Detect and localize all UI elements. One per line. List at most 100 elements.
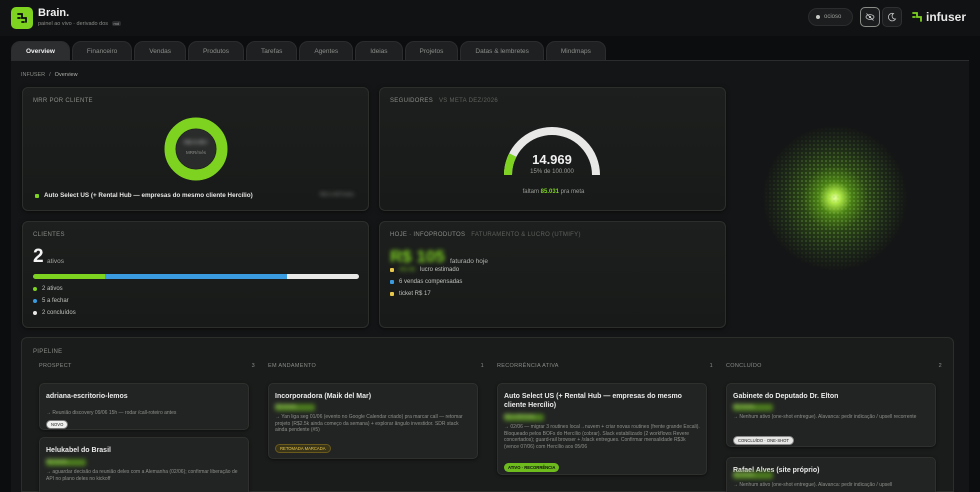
deal-status-badge: CONCLUÍDO · ONE-SHOT bbox=[733, 436, 794, 445]
mrr-center-label: MRR/mês bbox=[186, 150, 206, 155]
app-title: Brain. bbox=[38, 7, 70, 19]
deal-status-badge: ATIVO · RECORRÊNCIA bbox=[504, 463, 560, 472]
clients-legend-label: 5 a fechar bbox=[42, 298, 69, 304]
deal-note: → Yan liga seg 01/06 (evento no Google C… bbox=[275, 414, 463, 433]
eye-off-icon bbox=[865, 13, 875, 21]
remaining-suffix: pra meta bbox=[560, 189, 585, 195]
column-header: CONCLUÍDO 2 bbox=[726, 363, 942, 369]
clients-legend-item: 2 concluídos bbox=[33, 310, 76, 316]
today-item: 6 vendas compensadas bbox=[390, 279, 462, 285]
deal-value: R$ 0/mês bbox=[733, 472, 773, 479]
deal-title: adriana-escritorio-lemos bbox=[46, 393, 128, 400]
tab-mindmaps[interactable]: Mindmaps bbox=[545, 41, 606, 60]
today-subtitle: FATURAMENTO & LUCRO (UTMIFY) bbox=[471, 232, 581, 238]
mrr-center-value: R$ 4.497 bbox=[183, 140, 209, 146]
top-bar: Brain. painel ao vivo · derivado dos md … bbox=[0, 0, 980, 36]
mrr-card: MRR POR CLIENTE R$ 4.497 MRR/mês Auto Se… bbox=[22, 87, 369, 211]
remaining-prefix: faltam bbox=[522, 189, 539, 195]
status-indicator[interactable]: ocioso bbox=[808, 8, 853, 26]
column-count: 1 bbox=[709, 363, 713, 369]
breadcrumb-current: Overview bbox=[54, 72, 78, 78]
deal-title: Helukabel do Brasil bbox=[46, 447, 111, 454]
followers-progress-label: 15% de 100.000 bbox=[530, 169, 574, 175]
column-count: 2 bbox=[938, 363, 942, 369]
tab-projetos[interactable]: Projetos bbox=[404, 41, 459, 60]
tab-vendas[interactable]: Vendas bbox=[134, 41, 186, 60]
clients-legend-item: 5 a fechar bbox=[33, 298, 69, 304]
tab-overview[interactable]: Overview bbox=[11, 41, 70, 60]
deal-title: Gabinete do Deputado Dr. Elton bbox=[733, 393, 839, 400]
deal-card[interactable]: adriana-escritorio-lemos → Reunião discov… bbox=[39, 383, 249, 430]
pipeline-column-conclu-do: CONCLUÍDO 2 Gabinete do Deputado Dr. Elton… bbox=[726, 363, 942, 492]
tab-produtos[interactable]: Produtos bbox=[187, 41, 244, 60]
deal-note: → aguardar decisão da reunião deles com … bbox=[46, 469, 238, 482]
column-name: RECORRÊNCIA ATIVA bbox=[497, 363, 559, 369]
legend-dot-icon bbox=[33, 287, 37, 291]
mrr-donut bbox=[164, 117, 228, 181]
app-subtitle-text: painel ao vivo · derivado dos bbox=[38, 21, 109, 27]
deal-note: → Reunião discovery 09/06 15h — rodar /c… bbox=[46, 410, 177, 416]
today-title: HOJE · INFOPRODUTOS FATURAMENTO & LUCRO … bbox=[390, 232, 581, 238]
tab-agentes[interactable]: Agentes bbox=[299, 41, 354, 60]
deal-title: Incorporadora (Maik del Mar) bbox=[275, 393, 372, 400]
status-dot-icon bbox=[816, 15, 820, 19]
legend-swatch bbox=[35, 193, 39, 198]
mrr-title: MRR POR CLIENTE bbox=[33, 98, 93, 104]
clients-title: CLIENTES bbox=[33, 232, 65, 238]
tab-financeiro[interactable]: Financeiro bbox=[71, 41, 133, 60]
brand: infuser bbox=[911, 10, 966, 24]
today-item-swatch bbox=[390, 280, 394, 284]
today-item: R$ 48 lucro estimado bbox=[390, 267, 459, 273]
deal-value: R$ 0/mês bbox=[275, 404, 315, 411]
tab-tarefas[interactable]: Tarefas bbox=[246, 41, 298, 60]
deal-card[interactable]: Rafael Alves (site próprio) R$ 0/mês → Nen… bbox=[726, 457, 936, 492]
tab-ideias[interactable]: Ideias bbox=[355, 41, 403, 60]
clients-count: 2 bbox=[33, 246, 44, 267]
today-item: ticket R$ 17 bbox=[390, 291, 431, 297]
clients-bar-segment-0 bbox=[33, 274, 106, 279]
status-label: ocioso bbox=[824, 14, 842, 20]
mrr-legend-item: Auto Select US (+ Rental Hub — empresas … bbox=[35, 192, 253, 199]
today-big-value: R$ 105 bbox=[390, 247, 445, 266]
clients-legend-item: 2 ativos bbox=[33, 286, 63, 292]
main-tabs: Overview Financeiro Vendas Produtos Tarefas A… bbox=[11, 41, 608, 60]
brain-logo-icon[interactable] bbox=[11, 7, 33, 29]
followers-title-text: SEGUIDORES bbox=[390, 98, 434, 104]
pipeline-title: PIPELINE bbox=[33, 349, 63, 355]
column-name: EM ANDAMENTO bbox=[268, 363, 317, 369]
legend-dot-icon bbox=[33, 299, 37, 303]
followers-value: 14.969 bbox=[532, 152, 572, 167]
deal-note: → Nenhum ativo (one-shot entregue). Alav… bbox=[733, 482, 893, 488]
deal-note: → Nenhum ativo (one-shot entregue). Alav… bbox=[733, 414, 917, 420]
theme-toggle-button[interactable] bbox=[882, 7, 902, 27]
column-name: PROSPECT bbox=[39, 363, 72, 369]
column-header: PROSPECT 3 bbox=[39, 363, 255, 369]
mrr-donut-center bbox=[176, 129, 216, 169]
deal-value: R$ 0/mês bbox=[46, 459, 86, 466]
deal-card[interactable]: Gabinete do Deputado Dr. Elton R$ 0/mês → … bbox=[726, 383, 936, 447]
breadcrumb-root[interactable]: INFUSER bbox=[21, 72, 45, 78]
pipeline-column-em-andamento: EM ANDAMENTO 1 Incorporadora (Maik del Mar… bbox=[268, 363, 484, 492]
today-item-swatch bbox=[390, 292, 394, 296]
today-item-label: ticket R$ 17 bbox=[399, 291, 431, 297]
moon-icon bbox=[888, 12, 897, 22]
deal-card[interactable]: Auto Select US (+ Rental Hub — empresas … bbox=[497, 383, 707, 475]
deal-card[interactable]: Helukabel do Brasil R$ 0/mês → aguardar de… bbox=[39, 437, 249, 492]
column-count: 3 bbox=[251, 363, 255, 369]
subtitle-tag: md bbox=[111, 21, 122, 26]
tab-datas-lembretes[interactable]: Datas & lembretes bbox=[460, 41, 544, 60]
brand-name: infuser bbox=[926, 10, 967, 24]
mrr-legend-value: R$ 4.497/mês bbox=[319, 192, 354, 198]
today-title-text: HOJE · INFOPRODUTOS bbox=[390, 232, 466, 238]
followers-remaining: faltam 85.031 pra meta bbox=[380, 189, 727, 195]
pipeline-column-prospect: PROSPECT 3 adriana-escritorio-lemos → Reuni… bbox=[39, 363, 255, 492]
clients-legend-label: 2 concluídos bbox=[42, 310, 76, 316]
deal-value: R$ 0/mês bbox=[733, 404, 773, 411]
remaining-value: 85.031 bbox=[540, 189, 559, 195]
today-card: HOJE · INFOPRODUTOS FATURAMENTO & LUCRO … bbox=[379, 221, 726, 328]
mrr-legend-label: Auto Select US (+ Rental Hub — empresas … bbox=[44, 192, 253, 199]
deal-card[interactable]: Incorporadora (Maik del Mar) R$ 0/mês → Ya… bbox=[268, 383, 478, 459]
clients-count-label: ativos bbox=[47, 258, 64, 265]
hide-values-button[interactable] bbox=[860, 7, 880, 27]
deal-value: R$ 4.497/mês bbox=[504, 414, 544, 421]
